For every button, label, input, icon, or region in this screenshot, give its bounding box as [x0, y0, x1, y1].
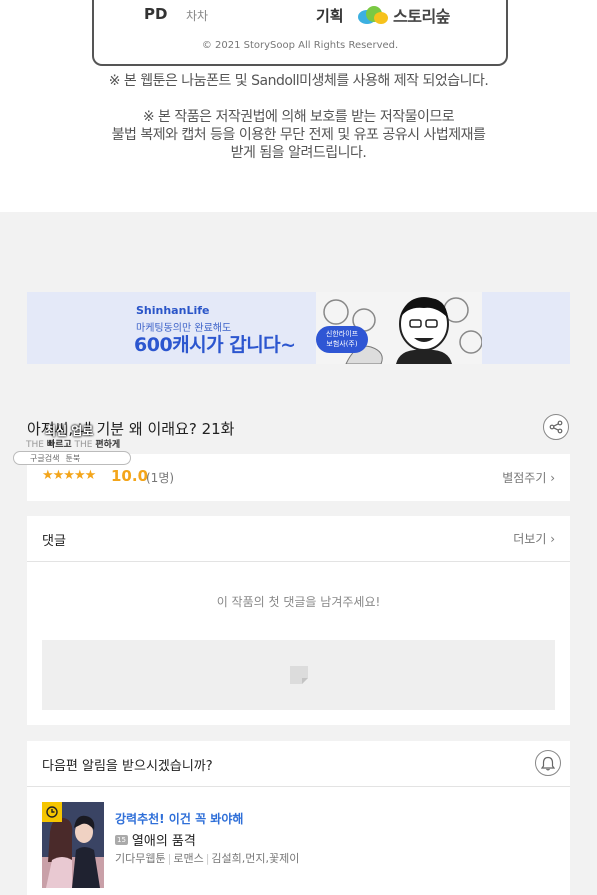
ad-tag: 신한라이프 보험사(주) [316, 326, 368, 353]
copyright-notice-line: 불법 복제와 캡처 등을 이용한 무단 전제 및 유포 공유시 사법제재를 [111, 127, 486, 143]
storysoop-leaf-icon [358, 6, 388, 24]
pd-value: 차차 [186, 9, 209, 23]
storysoop-logo-text: 스토리숲 [393, 7, 450, 26]
meta-authors: 김설희,먼지,꽃제이 [211, 852, 300, 865]
meta-category: 기다무웹툰 [115, 852, 166, 865]
star-rating: ★★★★★ [42, 468, 96, 483]
rating-count: (1명) [146, 471, 175, 485]
comments-empty-message: 이 작품의 첫 댓글을 남겨주세요! [216, 595, 381, 609]
notification-bell-button[interactable] [535, 750, 561, 776]
ad-headline: 600캐시가 갑니다~ [134, 334, 296, 356]
meta-separator: | [205, 852, 210, 865]
copyright-text: © 2021 StorySoop All Rights Reserved. [201, 40, 399, 51]
google-search-label: 구글검색 [30, 453, 60, 463]
credits-box: PD 차차 기획 스토리숲 © 2021 StorySoop All Right… [92, 0, 508, 66]
comment-placeholder-icon [290, 666, 308, 684]
copyright-notice-line: ※ 본 작품은 저작권법에 의해 보호를 받는 저작물이므로 [142, 109, 455, 125]
recommendation-label: 강력추천! 이건 꼭 봐야해 [115, 812, 244, 826]
divider [27, 561, 570, 562]
recommendation-title-row[interactable]: 15 열애의 품격 [115, 830, 196, 849]
ad-tag-line: 신한라이프 [325, 330, 359, 338]
ad-tag-line: 보험사(주) [326, 340, 358, 348]
pd-label: PD [144, 5, 168, 23]
wait-free-badge [42, 802, 62, 822]
overlay-fast: 빠르고 [46, 440, 72, 450]
recommendation-meta: 기다무웹툰 | 로맨스 | 김설희,먼지,꽃제이 [115, 850, 299, 866]
ad-banner[interactable]: ShinhanLife 마케팅동의만 완료해도 600캐시가 갑니다~ 신한라이… [27, 292, 570, 364]
meta-genre: 로맨스 [173, 852, 204, 865]
comments-more-link[interactable]: 더보기 › [513, 530, 555, 547]
comments-card: 댓글 더보기 › 이 작품의 첫 댓글을 남겨주세요! [27, 516, 570, 725]
ad-brand: ShinhanLife [136, 304, 210, 317]
share-button[interactable] [543, 414, 569, 440]
font-notice: ※ 본 웹툰은 나눔폰트 및 Sandoll미생체를 사용해 제작 되었습니다. [108, 73, 489, 89]
rating-score: 10.0 [111, 467, 149, 485]
next-episode-question: 다음편 알림을 받으시겠습니까? [42, 759, 213, 774]
share-icon [549, 420, 563, 434]
divider [27, 786, 570, 787]
overlay-watermark-tagline: THE 빠르고 THE 편하게 [26, 437, 120, 450]
overlay-the: THE [74, 440, 93, 450]
next-episode-card: 다음편 알림을 받으시겠습니까? 강력추천! 이건 꼭 봐야해 15 열애의 품… [27, 741, 570, 895]
age-rating-badge: 15 [115, 834, 128, 845]
copyright-notice: ※ 본 작품은 저작권법에 의해 보호를 받는 저작물이므로 불법 복제와 캡처… [0, 108, 597, 162]
copyright-notice-line: 받게 됨을 알려드립니다. [230, 145, 367, 161]
rate-button[interactable]: 별점주기 › [502, 469, 555, 486]
overlay-search-pill[interactable]: 구글검색 툰북 [13, 451, 131, 465]
storysoop-logo: 스토리숲 [357, 3, 450, 27]
bell-icon [541, 756, 555, 770]
overlay-the: THE [26, 440, 44, 450]
comment-input-area[interactable] [42, 640, 555, 710]
meta-separator: | [167, 852, 172, 865]
toonbook-label: 툰북 [65, 453, 81, 463]
episode-footer: PD 차차 기획 스토리숲 © 2021 StorySoop All Right… [0, 0, 597, 212]
recommendation-title: 열애의 품격 [131, 834, 196, 849]
overlay-easy: 편하게 [95, 440, 121, 450]
recommended-thumbnail[interactable] [42, 802, 104, 888]
clock-icon [46, 806, 58, 818]
comments-title: 댓글 [42, 534, 66, 549]
plan-label: 기획 [316, 7, 344, 25]
